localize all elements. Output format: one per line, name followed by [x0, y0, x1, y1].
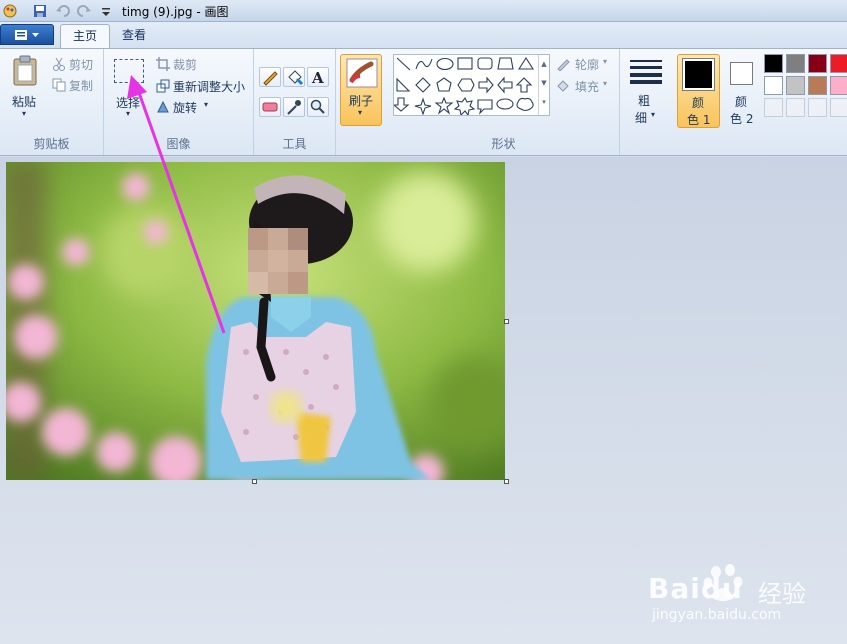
annotation-arrow — [127, 75, 226, 334]
baidu-sub-text: 经验 — [758, 580, 806, 608]
baidu-brand-text: Baidu — [648, 572, 743, 605]
baidu-url-text: jingyan.baidu.com — [652, 607, 782, 623]
